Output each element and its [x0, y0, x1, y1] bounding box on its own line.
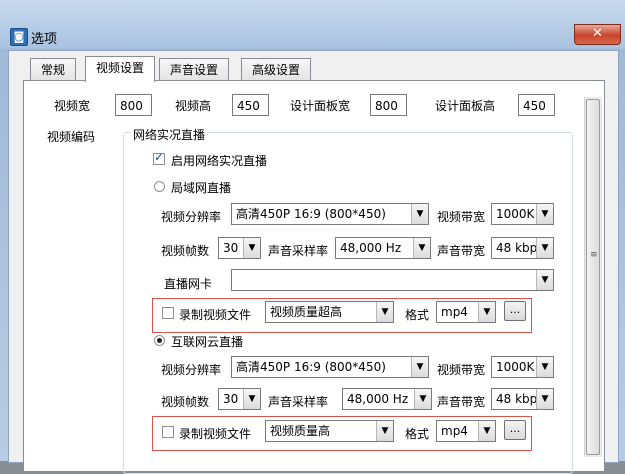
lan-live-radio[interactable]	[154, 181, 165, 192]
internet-resolution-label: 视频分辨率	[161, 363, 222, 377]
lan-resolution-label: 视频分辨率	[161, 210, 222, 224]
tab-general[interactable]: 常规	[30, 58, 77, 81]
enable-live-label: 启用网络实况直播	[171, 154, 268, 168]
lan-resolution-value: 高清450P 16:9 (800*450)	[236, 207, 386, 221]
window-title: 选项	[31, 32, 58, 47]
lan-browse-button[interactable]: ...	[504, 301, 526, 321]
internet-live-radio[interactable]	[154, 335, 165, 346]
chevron-down-icon: ▼	[414, 389, 431, 409]
internet-live-label: 互联网云直播	[171, 335, 244, 349]
lan-record-label: 录制视频文件	[179, 308, 252, 322]
chevron-down-icon: ▼	[413, 238, 430, 258]
lan-quality-value: 视频质量超高	[270, 305, 343, 319]
tab-video-settings[interactable]: 视频设置	[85, 56, 156, 82]
chevron-down-icon: ▼	[536, 204, 553, 224]
internet-samplerate-select[interactable]: 48,000 Hz ▼	[342, 388, 432, 410]
internet-resolution-select[interactable]: 高清450P 16:9 (800*450) ▼	[231, 356, 429, 378]
internet-fps-select[interactable]: 30 ▼	[218, 388, 261, 410]
chevron-down-icon: ▼	[536, 357, 553, 377]
internet-samplerate-value: 48,000 Hz	[347, 392, 409, 406]
lan-fps-value: 30	[223, 241, 239, 255]
video-height-label: 视频高	[175, 99, 212, 113]
internet-audio-bw-label: 声音带宽	[437, 395, 486, 409]
video-width-label: 视频宽	[54, 99, 91, 113]
lan-format-label: 格式	[405, 308, 430, 322]
grip-icon: ≡	[590, 250, 598, 260]
lan-format-select[interactable]: mp4 ▼	[436, 301, 496, 323]
lan-audio-bw-label: 声音带宽	[437, 244, 486, 258]
lan-audio-bw-select[interactable]: 48 kbps ▼	[491, 237, 554, 259]
options-window: ◙ 选项 ✕ 常规 视频设置 声音设置 高级设置 视频宽 800 视频高 450…	[0, 0, 625, 474]
lan-samplerate-value: 48,000 Hz	[340, 241, 402, 255]
chevron-down-icon: ▼	[411, 204, 428, 224]
internet-fps-value: 30	[223, 392, 239, 406]
lan-samplerate-select[interactable]: 48,000 Hz ▼	[335, 237, 431, 259]
lan-fps-label: 视频帧数	[161, 244, 210, 258]
internet-resolution-value: 高清450P 16:9 (800*450)	[236, 360, 386, 374]
internet-bandwidth-label: 视频带宽	[437, 363, 486, 377]
video-encoding-label: 视频编码	[47, 130, 96, 144]
chevron-down-icon: ▼	[411, 357, 428, 377]
chevron-down-icon: ▼	[376, 421, 393, 441]
internet-record-label: 录制视频文件	[179, 427, 252, 441]
internet-browse-button[interactable]: ...	[504, 420, 526, 440]
design-height-input[interactable]: 450	[518, 94, 555, 116]
internet-audio-bw-select[interactable]: 48 kbps ▼	[491, 388, 554, 410]
video-width-input[interactable]: 800	[115, 94, 152, 116]
tab-advanced-settings[interactable]: 高级设置	[241, 58, 312, 81]
title-bar[interactable]: ◙ 选项	[0, 24, 625, 50]
internet-bandwidth-value: 1000K	[496, 360, 535, 374]
chevron-down-icon: ▼	[243, 389, 260, 409]
dialog-client-area: 常规 视频设置 声音设置 高级设置 视频宽 800 视频高 450 设计面板宽 …	[8, 50, 619, 474]
internet-record-checkbox[interactable]	[162, 426, 174, 438]
internet-format-label: 格式	[405, 427, 430, 441]
internet-fps-label: 视频帧数	[161, 395, 210, 409]
lan-nic-select[interactable]: ▼	[231, 269, 554, 291]
internet-samplerate-label: 声音采样率	[268, 395, 329, 409]
lan-resolution-select[interactable]: 高清450P 16:9 (800*450) ▼	[231, 203, 429, 225]
lan-fps-select[interactable]: 30 ▼	[218, 237, 261, 259]
lan-bandwidth-value: 1000K	[496, 207, 535, 221]
lan-bandwidth-select[interactable]: 1000K ▼	[491, 203, 554, 225]
design-width-input[interactable]: 800	[370, 94, 407, 116]
internet-quality-value: 视频质量高	[270, 424, 331, 438]
chevron-down-icon: ▼	[536, 270, 553, 290]
internet-quality-select[interactable]: 视频质量高 ▼	[265, 420, 394, 442]
lan-quality-select[interactable]: 视频质量超高 ▼	[265, 301, 394, 323]
chevron-down-icon: ▼	[243, 238, 260, 258]
scrollbar-thumb[interactable]: ≡	[586, 99, 600, 455]
chevron-down-icon: ▼	[478, 302, 495, 322]
lan-bandwidth-label: 视频带宽	[437, 210, 486, 224]
lan-nic-label: 直播网卡	[164, 277, 213, 291]
live-streaming-group-title: 网络实况直播	[131, 126, 208, 143]
chevron-down-icon: ▼	[478, 421, 495, 441]
design-height-label: 设计面板高	[435, 99, 496, 113]
vertical-scrollbar[interactable]: ≡	[584, 97, 602, 457]
design-width-label: 设计面板宽	[290, 99, 351, 113]
lan-live-label: 局域网直播	[171, 181, 232, 195]
close-button[interactable]: ✕	[574, 24, 621, 45]
chevron-down-icon: ▼	[536, 389, 553, 409]
video-height-input[interactable]: 450	[232, 94, 269, 116]
app-icon: ◙	[10, 28, 28, 46]
chevron-down-icon: ▼	[536, 238, 553, 258]
lan-format-value: mp4	[441, 305, 468, 319]
internet-bandwidth-select[interactable]: 1000K ▼	[491, 356, 554, 378]
lan-samplerate-label: 声音采样率	[268, 244, 329, 258]
internet-format-value: mp4	[441, 424, 468, 438]
internet-format-select[interactable]: mp4 ▼	[436, 420, 496, 442]
lan-record-checkbox[interactable]	[162, 307, 174, 319]
chevron-down-icon: ▼	[376, 302, 393, 322]
tab-audio-settings[interactable]: 声音设置	[159, 58, 230, 81]
enable-live-checkbox[interactable]	[153, 150, 165, 165]
